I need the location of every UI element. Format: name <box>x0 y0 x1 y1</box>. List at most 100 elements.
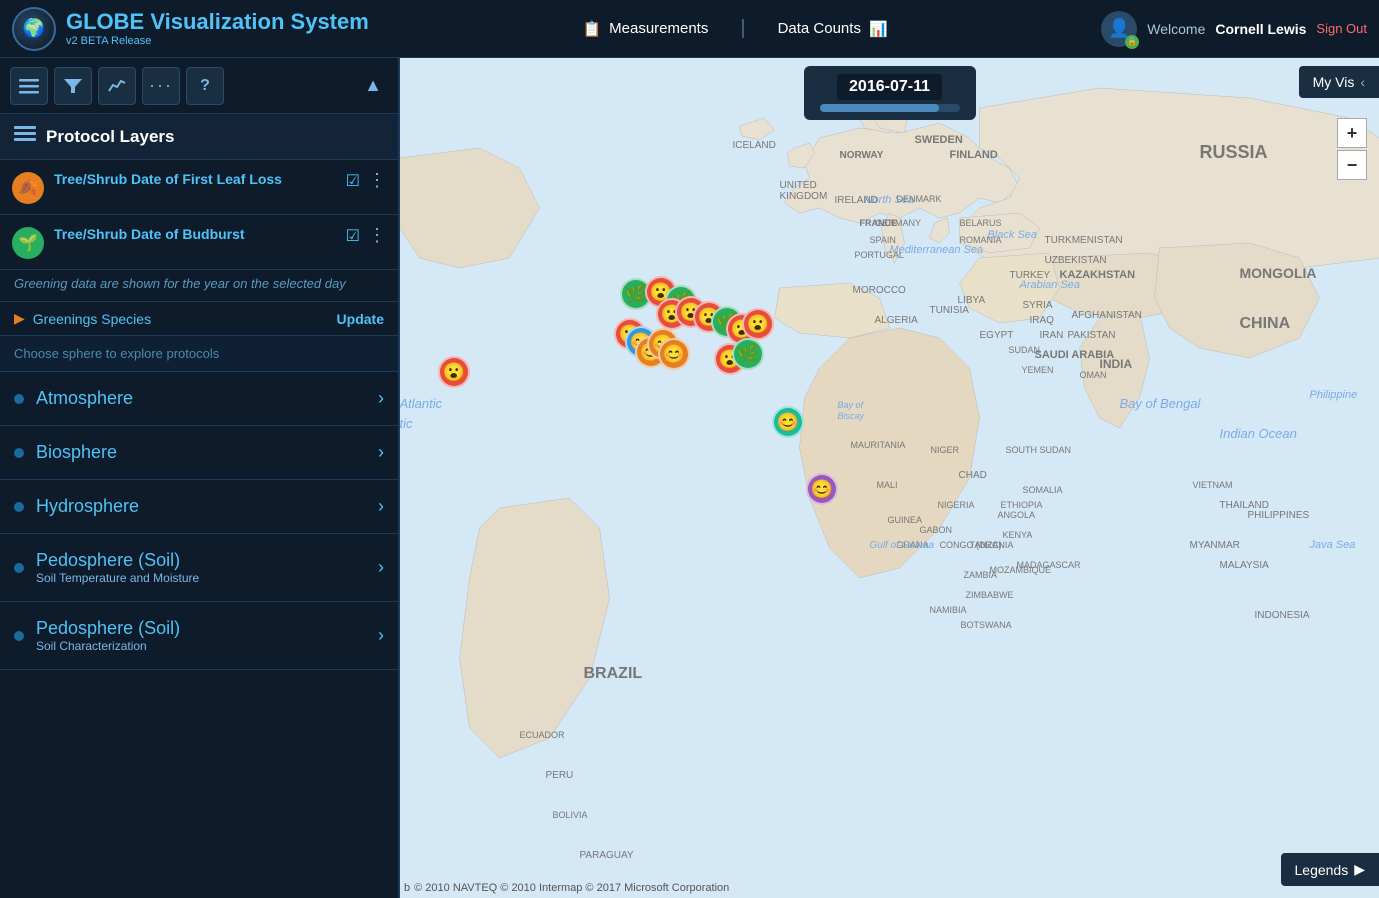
svg-text:SPAIN: SPAIN <box>870 235 896 245</box>
sphere-item-biosphere[interactable]: Biosphere › <box>0 426 398 480</box>
layers-tool-button[interactable] <box>10 67 48 105</box>
more-tool-button[interactable]: ··· <box>142 67 180 105</box>
date-widget: 2016-07-11 <box>804 66 976 120</box>
svg-text:PHILIPPINES: PHILIPPINES <box>1248 510 1310 521</box>
sphere-item-pedosphere1[interactable]: Pedosphere (Soil) Soil Temperature and M… <box>0 534 398 602</box>
logo-text: GLOBE Visualization System v2 BETA Relea… <box>66 10 369 46</box>
sphere-name-hydrosphere: Hydrosphere <box>36 496 366 517</box>
sphere-item-pedosphere2[interactable]: Pedosphere (Soil) Soil Characterization … <box>0 602 398 670</box>
svg-text:GABON: GABON <box>920 525 953 535</box>
map-area[interactable]: North Sea Mediterranean Sea Black Sea Ar… <box>400 58 1379 898</box>
layer-checkbox-2[interactable]: ☑ <box>346 226 360 246</box>
date-slider[interactable] <box>820 104 960 112</box>
svg-text:Bay ofBiscay: Bay ofBiscay <box>838 400 865 421</box>
user-avatar: 👤 🔒 <box>1101 11 1137 47</box>
filter-tool-button[interactable] <box>54 67 92 105</box>
measurements-nav-btn[interactable]: 📋 Measurements <box>570 14 720 44</box>
svg-text:RUSSIA: RUSSIA <box>1200 142 1268 162</box>
sphere-dot-pedosphere1 <box>14 563 24 573</box>
layer-name-1: Tree/Shrub Date of First Leaf Loss <box>54 170 336 188</box>
protocol-layers-title: Protocol Layers <box>46 127 175 147</box>
map-marker-19[interactable]: 😊 <box>806 473 838 505</box>
svg-text:PORTUGAL: PORTUGAL <box>855 250 904 260</box>
sphere-arrow-pedosphere2: › <box>378 625 384 646</box>
map-marker-1[interactable]: 😮 <box>438 356 470 388</box>
sphere-dot-pedosphere2 <box>14 631 24 641</box>
svg-text:GUINEA: GUINEA <box>888 515 923 525</box>
greening-species-row: ▶ Greenings Species Update <box>0 302 398 336</box>
update-button[interactable]: Update <box>337 311 384 327</box>
my-vis-label: My Vis <box>1313 74 1355 90</box>
svg-text:CHAD: CHAD <box>959 470 987 481</box>
svg-text:TANZANIA: TANZANIA <box>970 540 1014 550</box>
svg-text:ETHIOPIA: ETHIOPIA <box>1001 500 1043 510</box>
zoom-out-button[interactable]: − <box>1337 150 1367 180</box>
my-vis-arrow-icon: ‹ <box>1360 74 1365 90</box>
user-area: 👤 🔒 Welcome Cornell Lewis Sign Out <box>1101 11 1367 47</box>
legends-label: Legends <box>1295 862 1349 878</box>
svg-text:PERU: PERU <box>546 770 574 781</box>
sphere-name-pedosphere1: Pedosphere (Soil) <box>36 550 180 570</box>
svg-text:MADAGASCAR: MADAGASCAR <box>1017 560 1082 570</box>
svg-text:CHINA: CHINA <box>1240 315 1291 332</box>
svg-text:SAUDI ARABIA: SAUDI ARABIA <box>1035 349 1115 361</box>
logo-icon: 🌍 <box>12 7 56 51</box>
sphere-dot-biosphere <box>14 448 24 458</box>
svg-text:IRAQ: IRAQ <box>1030 315 1055 326</box>
svg-text:TURKMENISTAN: TURKMENISTAN <box>1045 235 1123 246</box>
svg-text:SUDAN: SUDAN <box>1009 345 1041 355</box>
svg-text:TUNISIA: TUNISIA <box>930 305 970 316</box>
species-label: Greenings Species <box>33 311 329 327</box>
map-marker-10[interactable]: 😮 <box>742 308 774 340</box>
svg-text:NAMIBIA: NAMIBIA <box>930 605 967 615</box>
svg-text:LIBYA: LIBYA <box>958 295 986 306</box>
sphere-item-hydrosphere[interactable]: Hydrosphere › <box>0 480 398 534</box>
svg-text:tic: tic <box>400 416 413 431</box>
svg-text:Bay of Bengal: Bay of Bengal <box>1120 396 1202 411</box>
svg-text:Atlantic: Atlantic <box>400 396 443 411</box>
svg-text:SOMALIA: SOMALIA <box>1023 485 1063 495</box>
layer-content-1: Tree/Shrub Date of First Leaf Loss <box>54 170 336 188</box>
layer-icon-2: 🌱 <box>12 227 44 259</box>
data-counts-nav-btn[interactable]: Data Counts 📊 <box>766 14 900 44</box>
data-counts-icon: 📊 <box>869 20 888 38</box>
svg-text:FINLAND: FINLAND <box>950 149 998 161</box>
svg-text:PARAGUAY: PARAGUAY <box>580 850 634 861</box>
sphere-section-header: Choose sphere to explore protocols <box>0 336 398 372</box>
legends-button[interactable]: Legends ▶ <box>1281 853 1379 886</box>
layer-more-2[interactable]: ⋮ <box>368 225 386 246</box>
sphere-arrow-pedosphere1: › <box>378 557 384 578</box>
sphere-dot-hydrosphere <box>14 502 24 512</box>
svg-text:SYRIA: SYRIA <box>1023 300 1053 311</box>
layer-controls-2: ☑ ⋮ <box>346 225 386 246</box>
nav-center: 📋 Measurements | Data Counts 📊 <box>369 14 1101 44</box>
chart-tool-button[interactable] <box>98 67 136 105</box>
map-marker-15[interactable]: 😊 <box>658 338 690 370</box>
sign-out-button[interactable]: Sign Out <box>1316 21 1367 36</box>
logo-area: 🌍 GLOBE Visualization System v2 BETA Rel… <box>12 7 369 51</box>
map-marker-18[interactable]: 😊 <box>772 406 804 438</box>
collapse-panel-button[interactable]: ▲ <box>358 69 388 102</box>
svg-text:BELARUS: BELARUS <box>960 218 1002 228</box>
my-vis-button[interactable]: My Vis ‹ <box>1299 66 1379 98</box>
sphere-dot-atmosphere <box>14 394 24 404</box>
zoom-in-button[interactable]: + <box>1337 118 1367 148</box>
layer-checkbox-1[interactable]: ☑ <box>346 171 360 191</box>
username-label: Cornell Lewis <box>1215 21 1306 37</box>
measurements-label: Measurements <box>609 20 708 37</box>
species-expand-arrow[interactable]: ▶ <box>14 310 25 327</box>
svg-text:KAZAKHSTAN: KAZAKHSTAN <box>1060 269 1136 281</box>
user-lock-icon: 🔒 <box>1125 35 1139 49</box>
layer-more-1[interactable]: ⋮ <box>368 170 386 191</box>
legends-arrow-icon: ▶ <box>1354 861 1365 878</box>
svg-text:ICELAND: ICELAND <box>733 140 776 151</box>
svg-text:BOLIVIA: BOLIVIA <box>553 810 588 820</box>
help-tool-button[interactable]: ? <box>186 67 224 105</box>
map-controls: + − <box>1337 118 1367 180</box>
sphere-item-atmosphere[interactable]: Atmosphere › <box>0 372 398 426</box>
svg-text:MALI: MALI <box>877 480 898 490</box>
main-layout: ··· ? ▲ Protocol Layers 🍂 Tree/Sh <box>0 58 1379 898</box>
svg-text:GERMANY: GERMANY <box>876 218 922 228</box>
map-marker-17[interactable]: 🌿 <box>732 338 764 370</box>
layer-item-leaf-loss: 🍂 Tree/Shrub Date of First Leaf Loss ☑ ⋮ <box>0 160 398 215</box>
